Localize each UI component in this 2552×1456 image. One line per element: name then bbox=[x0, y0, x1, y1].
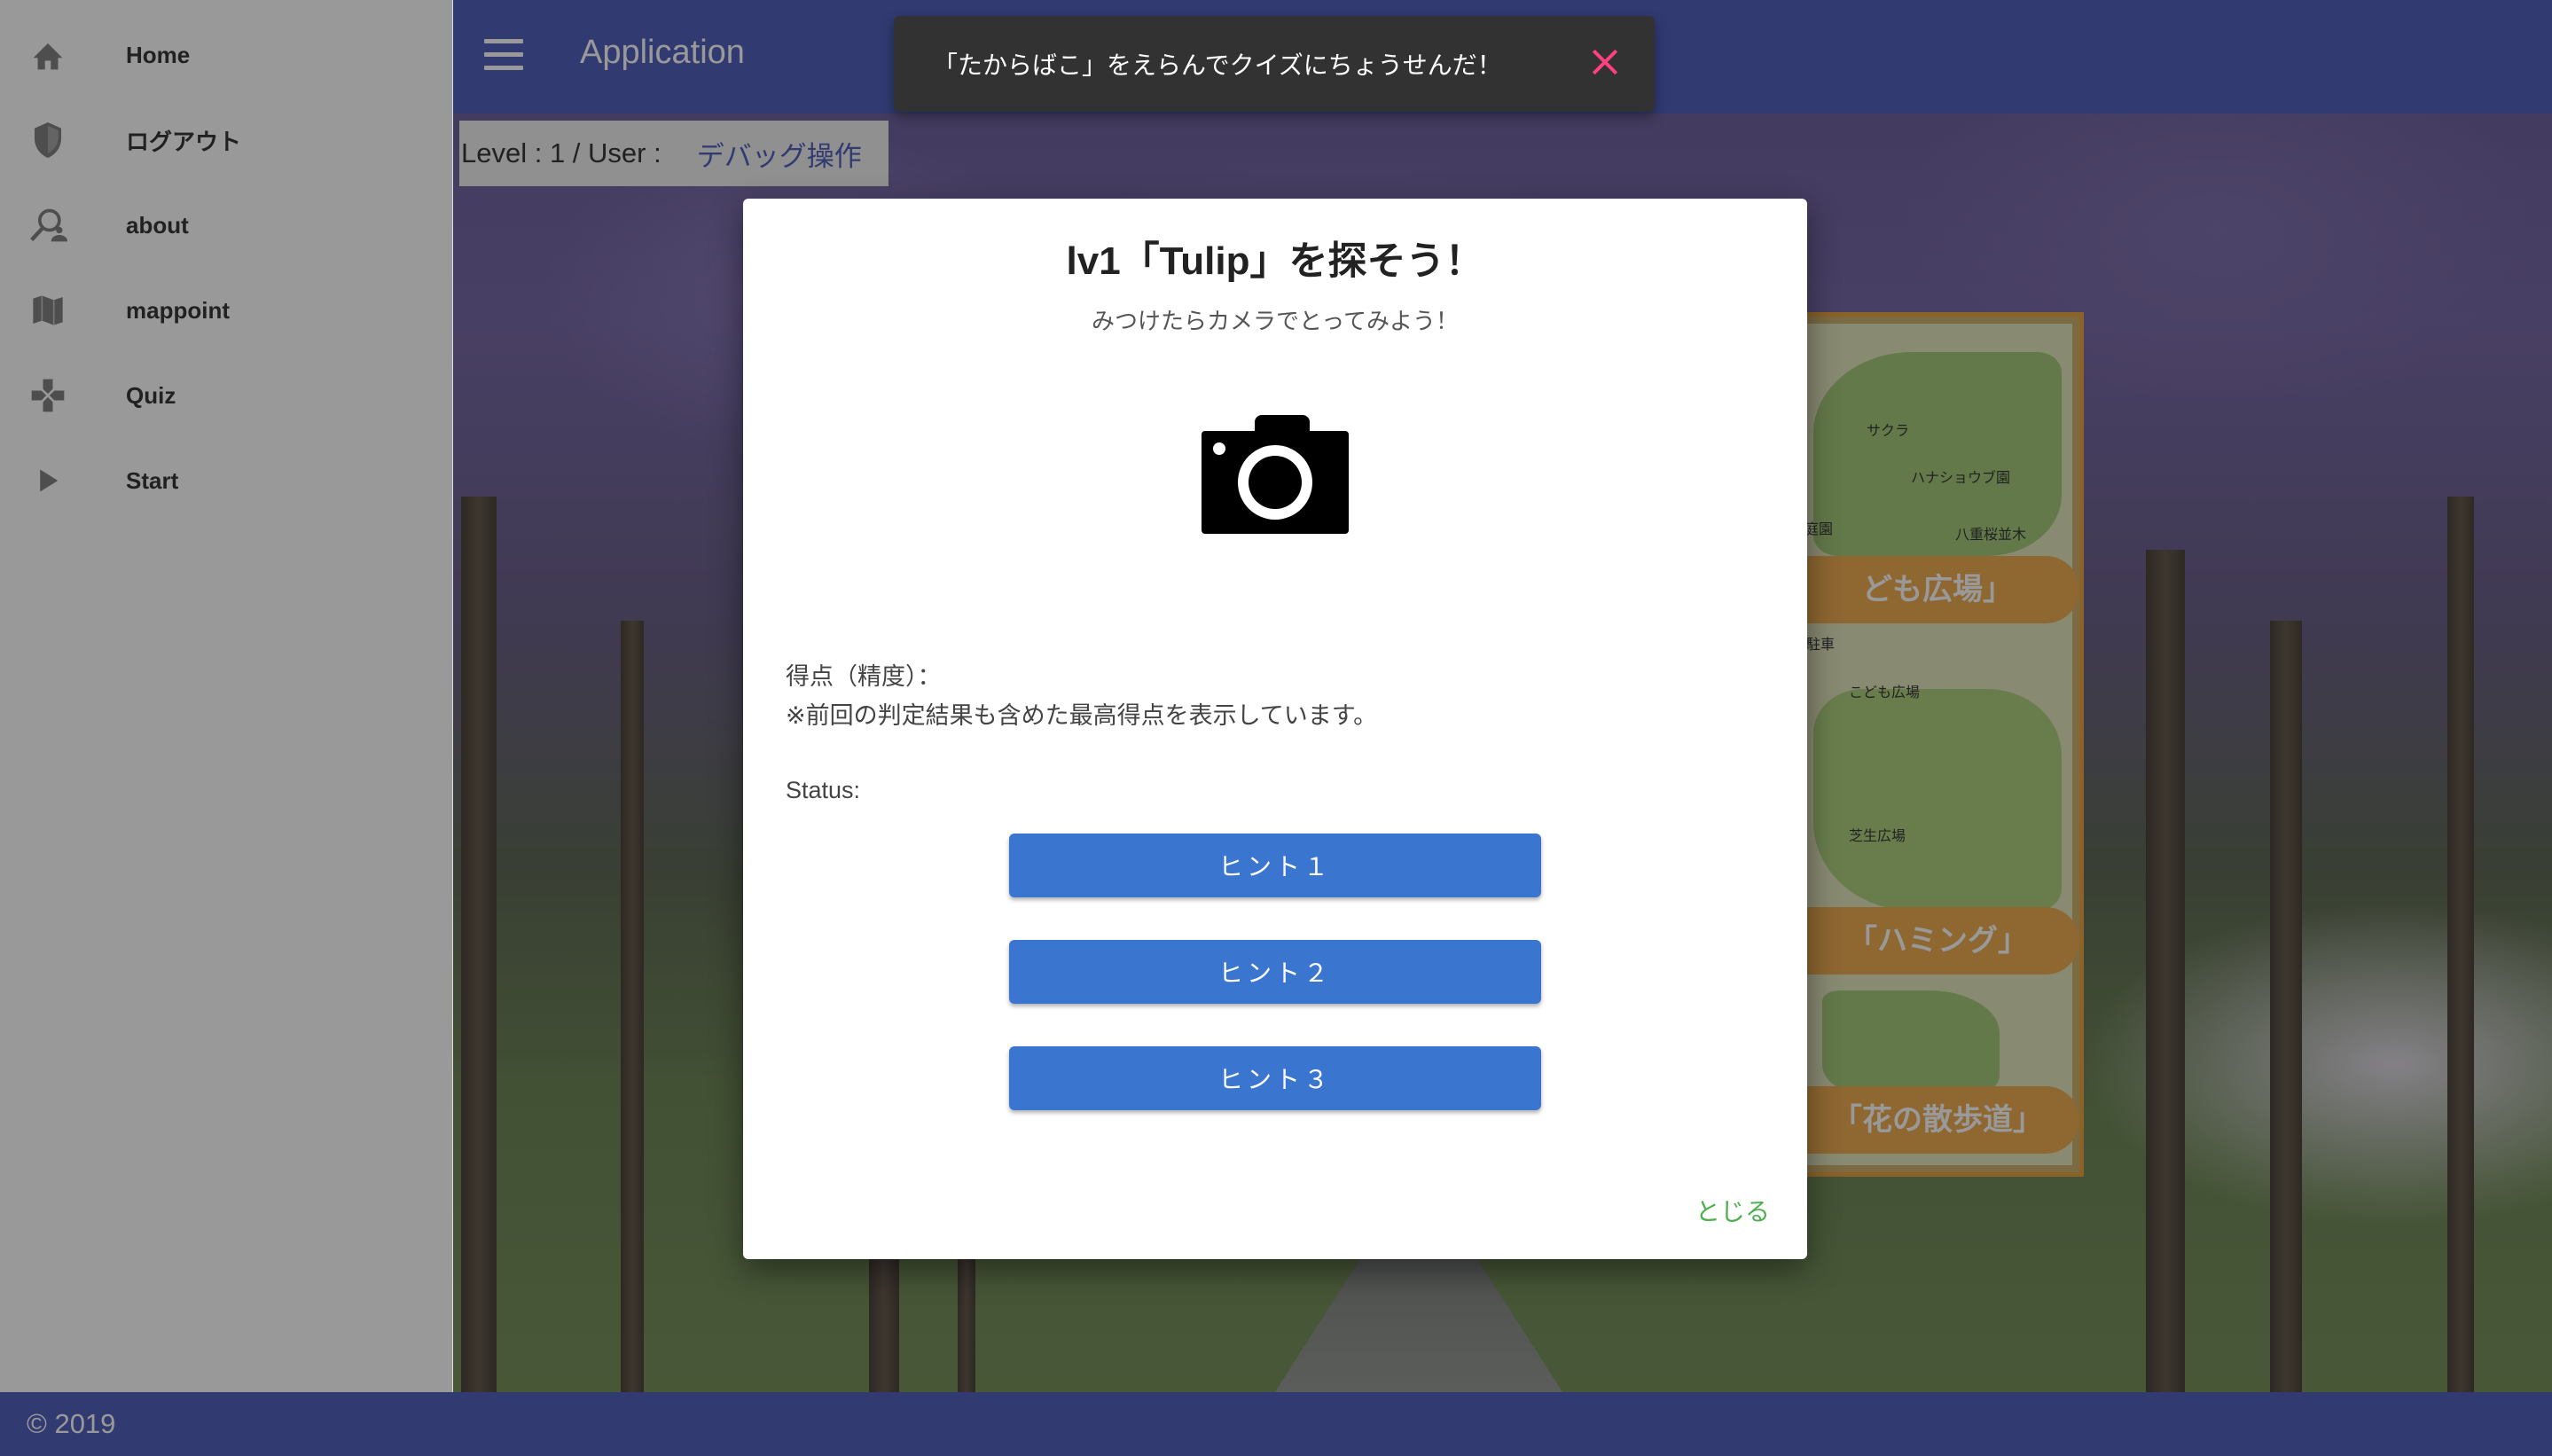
status-label: Status: bbox=[786, 777, 861, 803]
hint-3-button[interactable]: ヒント３ bbox=[1009, 1046, 1541, 1110]
snackbar: 「たからばこ」をえらんでクイズにちょうせんだ！ bbox=[894, 16, 1655, 112]
score-note: ※前回の判定結果も含めた最高得点を表示しています。 bbox=[786, 702, 1378, 730]
score-label: 得点（精度）： bbox=[786, 663, 942, 691]
score-section: 得点（精度）： ※前回の判定結果も含めた最高得点を表示しています。 bbox=[786, 658, 1377, 736]
camera-icon[interactable] bbox=[1200, 411, 1350, 536]
footer-dim bbox=[0, 1392, 2552, 1456]
close-icon[interactable] bbox=[1587, 44, 1623, 80]
close-dialog-button[interactable]: とじる bbox=[1690, 1192, 1775, 1229]
dialog-title: lv1「Tulip」を探そう！ bbox=[1066, 239, 1484, 283]
drawer-dim bbox=[0, 0, 452, 1392]
quiz-dialog: lv1「Tulip」を探そう！ みつけたらカメラでとってみよう！ 得点（精度）：… bbox=[743, 199, 1807, 1259]
snackbar-message: 「たからばこ」をえらんでクイズにちょうせんだ！ bbox=[933, 51, 1502, 80]
dialog-subtitle: みつけたらカメラでとってみよう！ bbox=[1092, 309, 1459, 335]
hint-2-button[interactable]: ヒント２ bbox=[1009, 940, 1541, 1004]
hint-1-button[interactable]: ヒント１ bbox=[1009, 834, 1541, 897]
